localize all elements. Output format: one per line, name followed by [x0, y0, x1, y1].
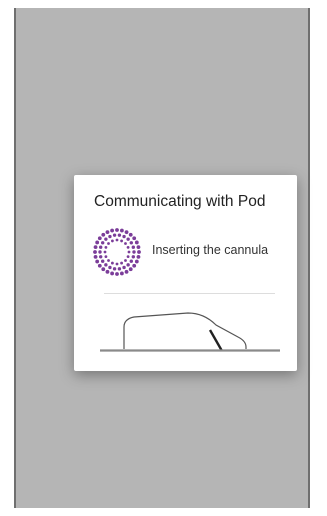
spinner-dot [110, 228, 115, 233]
spinner-dot [126, 246, 130, 249]
spinner-dot [95, 259, 100, 264]
spinner-dot [134, 240, 139, 245]
divider [104, 293, 275, 294]
spinner-dot [131, 255, 136, 259]
spinner-dot [108, 265, 112, 270]
modal-backdrop: Communicating with Pod Inserting the can… [14, 8, 310, 508]
spinner-dot [129, 259, 134, 263]
spinner-icon [93, 228, 141, 276]
spinner-dot [105, 269, 110, 274]
spinner-dot [98, 245, 103, 249]
spinner-dot [97, 236, 102, 241]
spinner-dot [127, 250, 131, 254]
spinner-dot [107, 242, 110, 245]
spinner-dot [112, 233, 117, 237]
spinner-dot [122, 265, 126, 270]
pod-cannula-icon [100, 312, 280, 352]
status-text: Inserting the cannula [152, 243, 269, 257]
spinner-dot [98, 255, 103, 259]
spinner-dot [105, 230, 110, 235]
spinner-dot [97, 263, 102, 268]
spinner-dot [104, 237, 108, 241]
spinner-dot [115, 272, 119, 276]
spinner-dot [126, 255, 130, 258]
spinner-dot [126, 263, 130, 267]
spinner-dot [115, 238, 119, 242]
spinner-dot [101, 232, 106, 237]
spinner-dot [93, 245, 98, 250]
spinner-dot [120, 239, 123, 243]
spinner-dot [137, 250, 141, 254]
spinner-dot [131, 245, 136, 249]
spinner-dot [122, 234, 126, 239]
spinner-dot [101, 267, 106, 272]
spinner-dot [100, 241, 105, 245]
spinner-dot [117, 267, 122, 271]
spinner-dot [124, 242, 127, 245]
spinner-dot [124, 259, 127, 262]
spinner-dot [104, 246, 108, 249]
spinner-dot [132, 250, 136, 254]
spinner-dot [128, 232, 133, 237]
spinner-dot [108, 234, 112, 239]
spinner-dot [107, 259, 110, 262]
spinner-dot [93, 250, 97, 254]
spinner-dot [134, 259, 139, 264]
spinner-dot [104, 255, 108, 258]
spinner-dot [115, 262, 119, 266]
spinner-dot [103, 250, 107, 254]
spinner-dot [136, 254, 141, 259]
dialog-title: Communicating with Pod [94, 193, 266, 210]
spinner-dot [115, 228, 119, 232]
spinner-dot [111, 239, 114, 243]
spinner-dot [100, 259, 105, 263]
spinner-dot [119, 271, 124, 276]
spinner-dot [132, 263, 137, 268]
spinner-dot [104, 263, 108, 267]
spinner-dot [132, 236, 137, 241]
spinner-dot [124, 269, 129, 274]
spinner-dot [93, 254, 98, 259]
spinner-dot [136, 245, 141, 250]
spinner-dot [112, 267, 117, 271]
spinner-dot [117, 233, 122, 237]
spinner-dot [124, 230, 129, 235]
communicating-dialog: Communicating with Pod Inserting the can… [74, 175, 297, 371]
spinner-dot [126, 237, 130, 241]
spinner-dot [98, 250, 102, 254]
spinner-dot [129, 241, 134, 245]
spinner-dot [110, 271, 115, 276]
spinner-dot [119, 228, 124, 233]
spinner-dot [111, 261, 114, 265]
spinner-dot [120, 261, 123, 265]
spinner-dot [95, 240, 100, 245]
spinner-dot [128, 267, 133, 272]
